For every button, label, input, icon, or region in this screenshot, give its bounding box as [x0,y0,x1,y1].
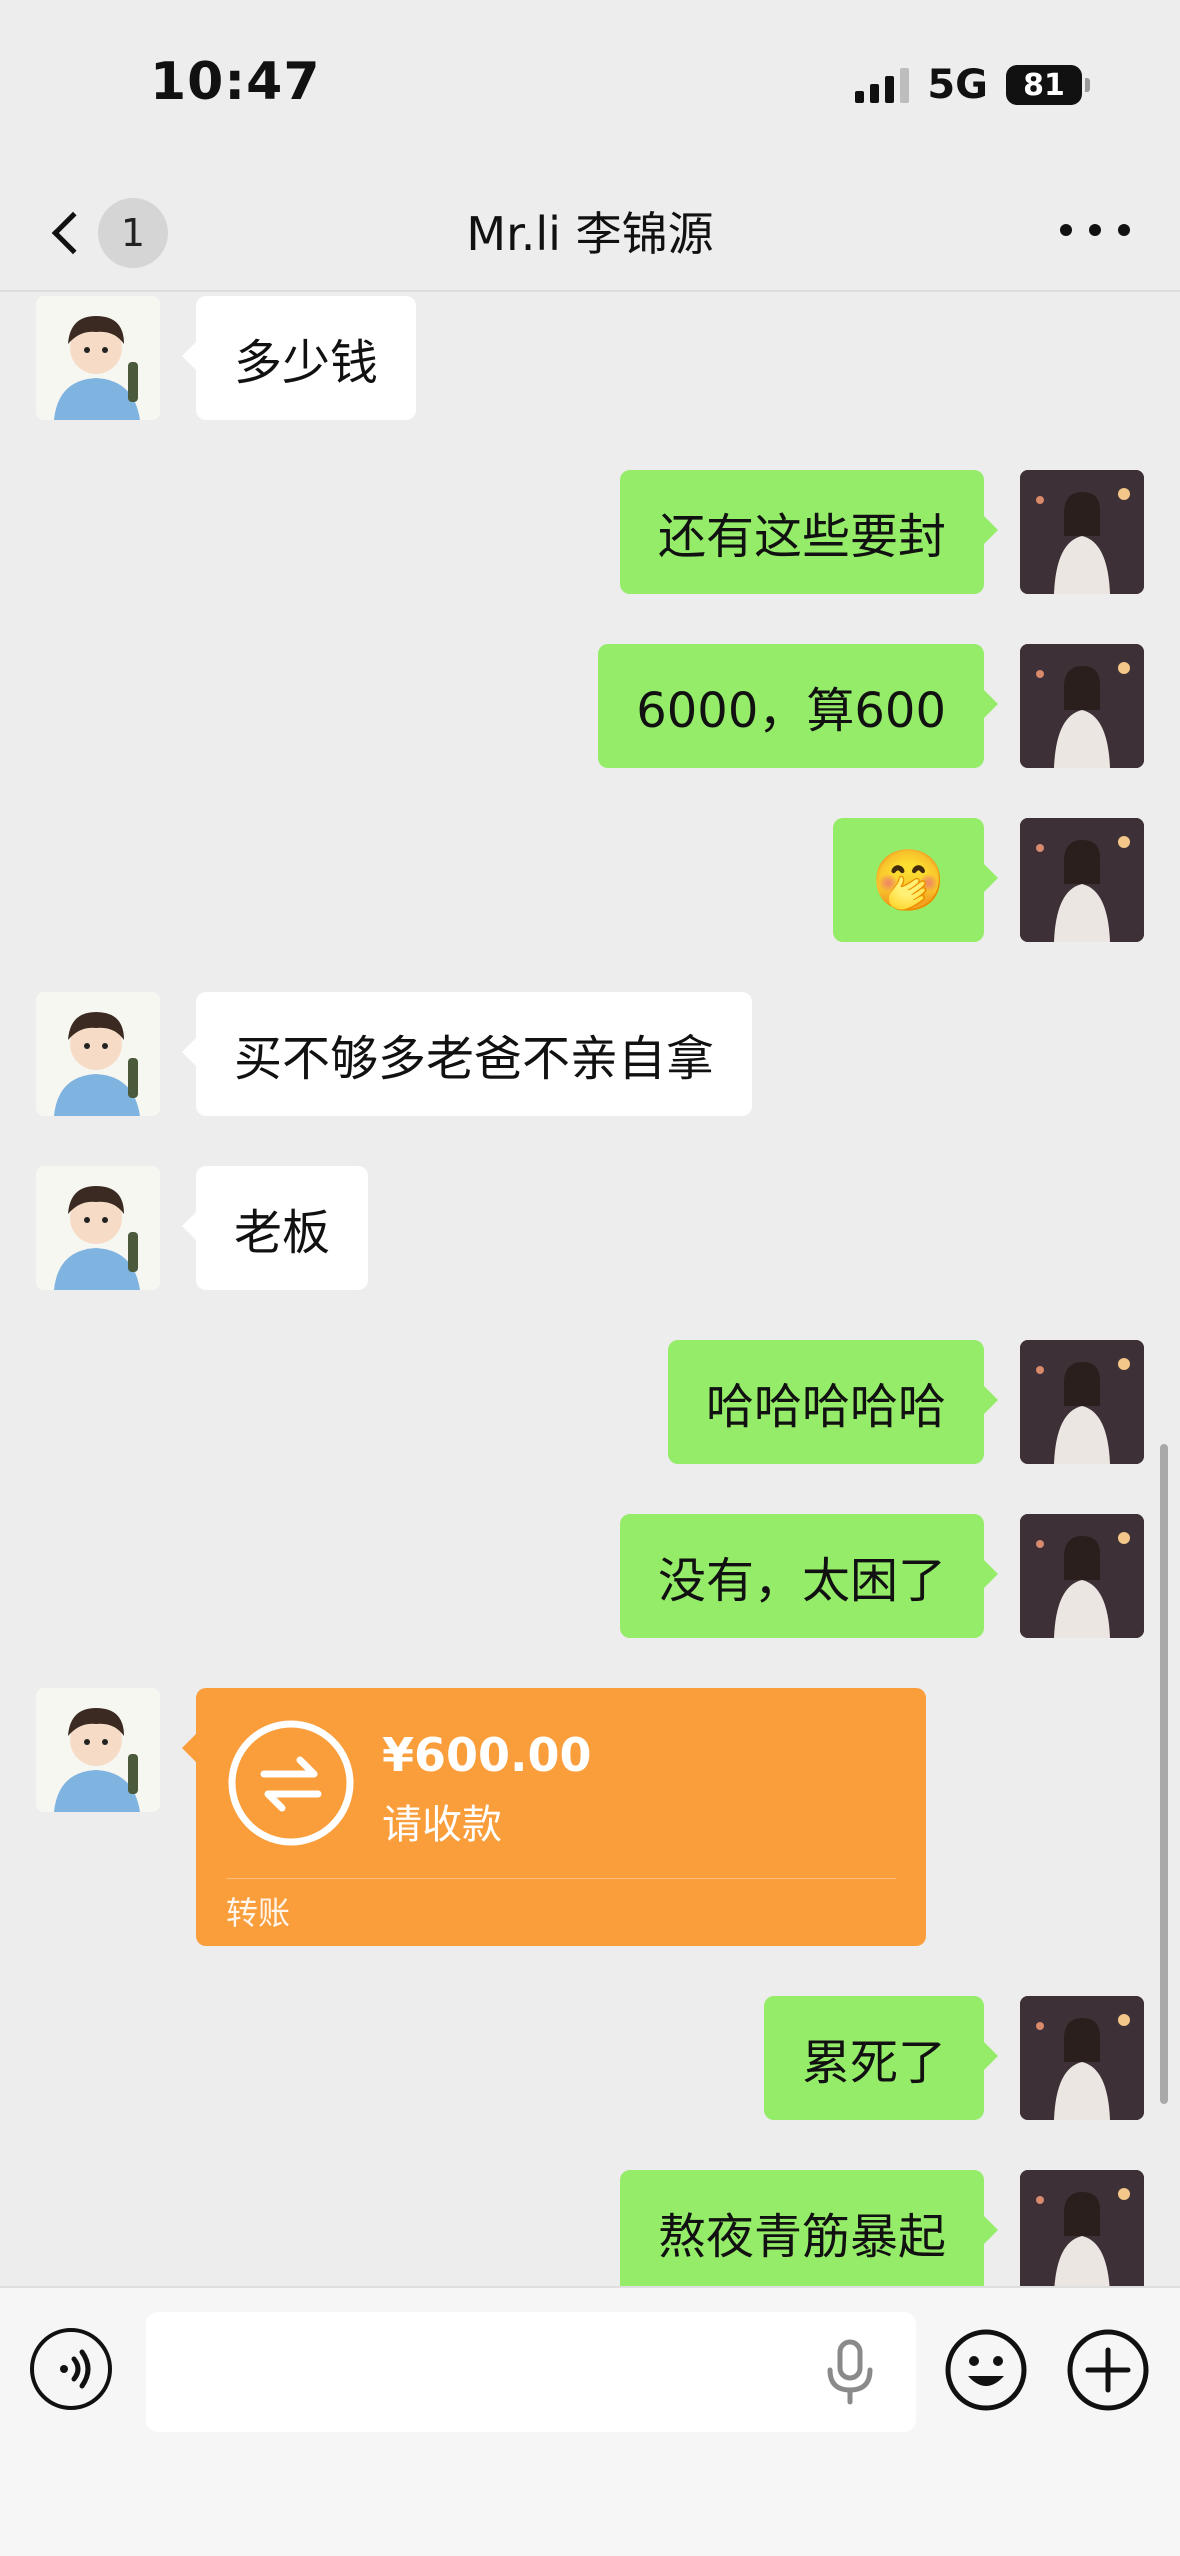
status-bar: 10:47 5G 81 [0,0,1180,170]
transfer-card[interactable]: ¥600.00 请收款 转账 [182,1688,926,1946]
chat-header: 1 Mr.li 李锦源 [0,170,1180,292]
input-bar [0,2286,1180,2556]
message-row: 累死了 [0,1996,1180,2120]
message-bubble[interactable]: 6000，算600 [598,644,998,768]
my-avatar[interactable] [1020,1514,1144,1638]
message-bubble[interactable]: 哈哈哈哈哈 [667,1340,999,1464]
network-type: 5G [927,62,988,108]
divider [226,1878,896,1879]
message-bubble[interactable]: 累死了 [763,1996,999,2120]
voice-mode-button[interactable] [30,2328,112,2410]
transfer-status: 请收款 [382,1802,502,1848]
my-avatar[interactable] [1020,818,1144,942]
contact-avatar[interactable] [36,1166,160,1290]
emoji-button[interactable] [944,2328,1028,2412]
battery-icon: 81 [1006,65,1090,105]
my-avatar[interactable] [1020,644,1144,768]
plus-icon [1067,2329,1149,2411]
emoji-message[interactable]: 🤭 [833,818,998,942]
voice-wave-icon [60,2349,91,2389]
message-row: 老板 [0,1166,1180,1290]
more-functions-button[interactable] [1066,2328,1150,2412]
battery-level: 81 [1023,67,1065,103]
chat-title: Mr.li 李锦源 [466,207,714,261]
message-row: 多少钱 [0,296,1180,420]
message-row: 哈哈哈哈哈 [0,1340,1180,1464]
message-bubble[interactable]: 没有，太困了 [619,1514,999,1638]
message-row: 没有，太困了 [0,1514,1180,1638]
my-avatar[interactable] [1020,1340,1144,1464]
status-time: 10:47 [150,52,321,112]
message-row: 6000，算600 [0,644,1180,768]
transfer-arrows-icon [226,1718,356,1848]
my-avatar[interactable] [1020,470,1144,594]
message-input[interactable] [146,2312,916,2432]
message-bubble[interactable]: 还有这些要封 [619,470,999,594]
message-row: 买不够多老爸不亲自拿 [0,992,1180,1116]
smiley-icon [945,2329,1027,2411]
scrollbar[interactable] [1160,1444,1168,2104]
my-avatar[interactable] [1020,2170,1144,2286]
message-bubble[interactable]: 多少钱 [181,296,417,420]
message-row: ¥600.00 请收款 转账 [0,1688,1180,1946]
status-indicators: 5G 81 [855,62,1090,108]
message-list[interactable]: 多少钱 还有这些要封 6000，算600 🤭 买不够多老爸不亲自拿 老板 哈哈哈… [0,294,1180,2286]
contact-avatar[interactable] [36,1688,160,1812]
message-bubble[interactable]: 老板 [181,1166,369,1290]
microphone-icon[interactable] [810,2332,890,2412]
more-options-button[interactable] [1060,210,1130,250]
message-row: 还有这些要封 [0,470,1180,594]
message-row: 🤭 [0,818,1180,942]
message-bubble[interactable]: 熬夜青筋暴起 [619,2170,999,2286]
cellular-signal-icon [855,67,910,103]
contact-avatar[interactable] [36,992,160,1116]
message-row: 熬夜青筋暴起 [0,2170,1180,2286]
transfer-amount: ¥600.00 [382,1728,592,1782]
contact-avatar[interactable] [36,296,160,420]
my-avatar[interactable] [1020,1996,1144,2120]
transfer-label: 转账 [226,1894,291,1932]
message-bubble[interactable]: 买不够多老爸不亲自拿 [181,992,753,1116]
